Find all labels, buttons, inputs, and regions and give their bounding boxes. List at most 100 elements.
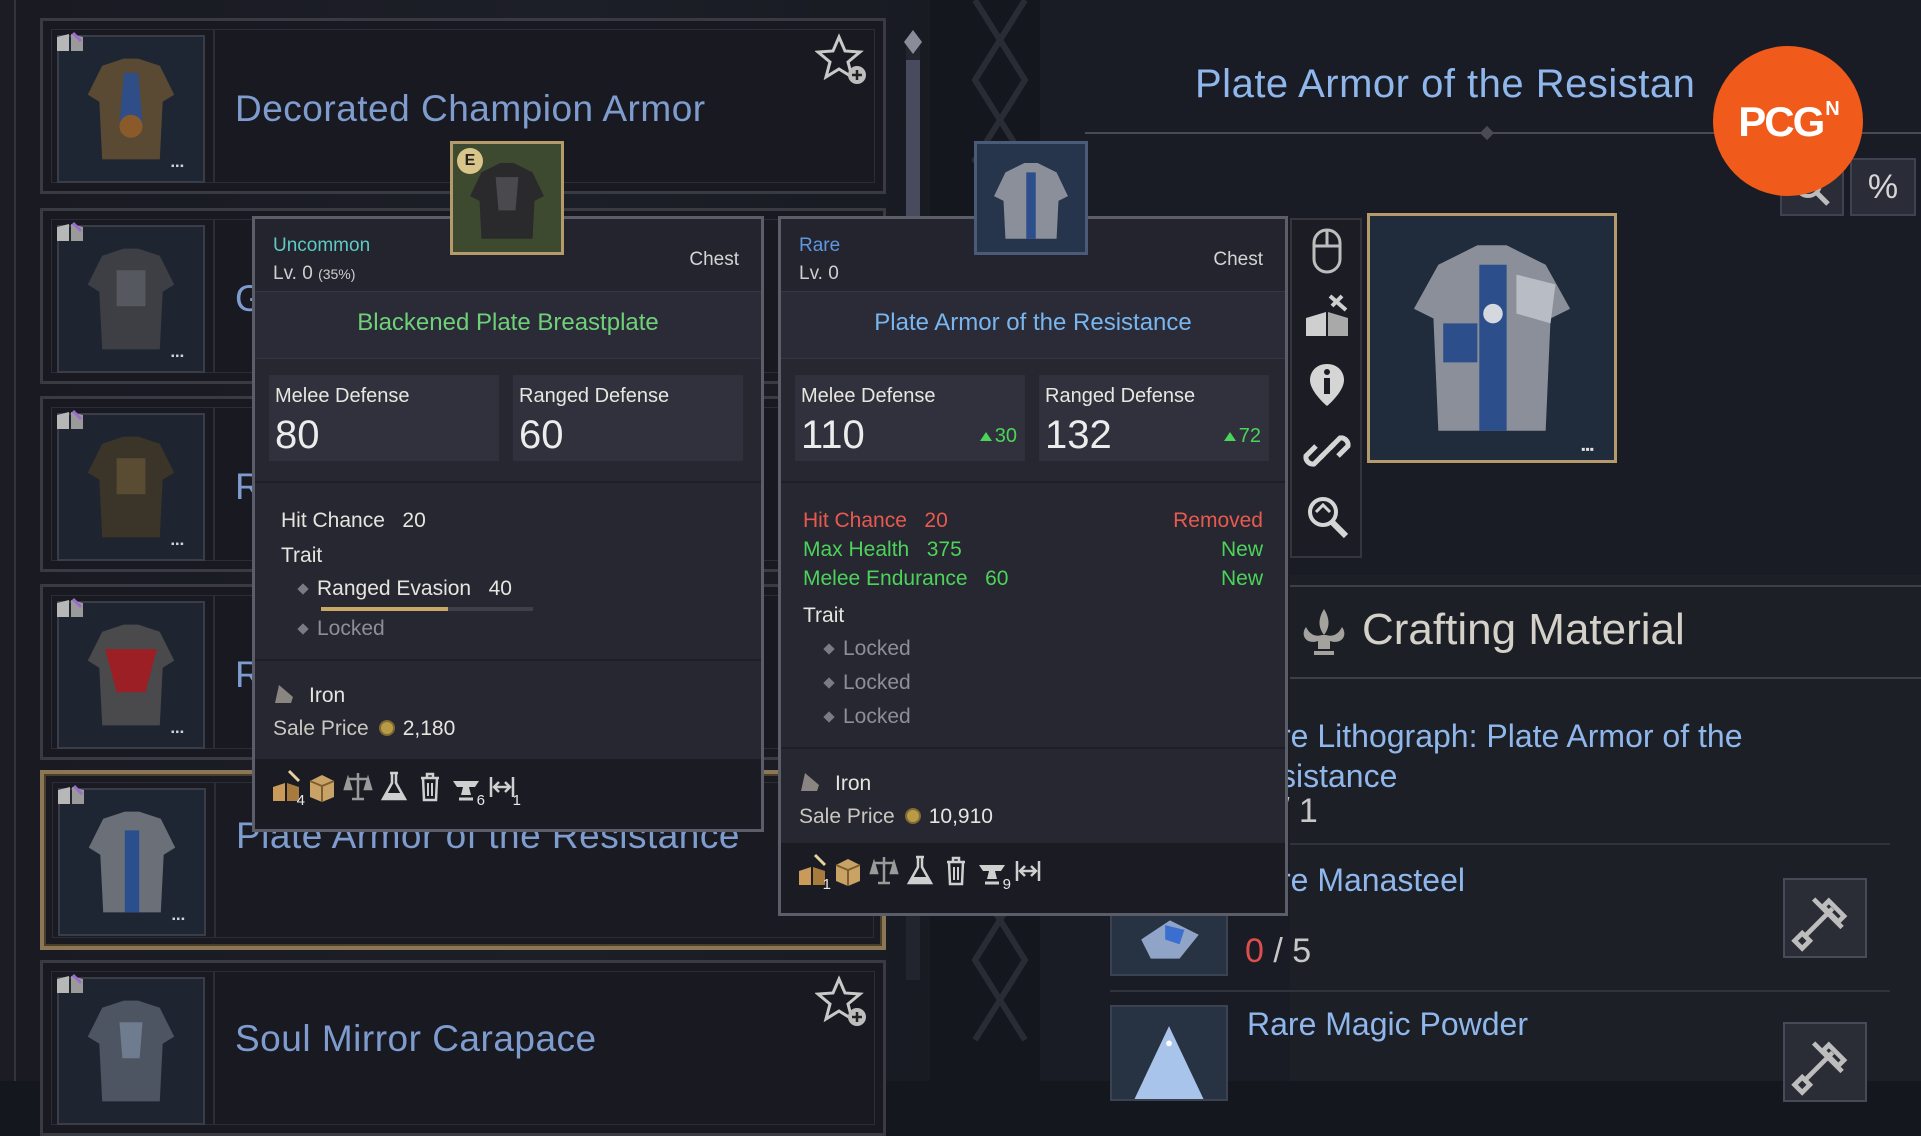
list-item-soul-mirror-carapace[interactable]: Soul Mirror Carapace: [40, 960, 886, 1136]
magic-powder-icon: [1110, 1005, 1228, 1101]
craft-item-name-line2: sistance: [1280, 758, 1398, 794]
trash-icon[interactable]: [941, 853, 971, 887]
grade-dots: ▪▪▪: [171, 161, 185, 172]
book-icon: [58, 784, 84, 804]
divider: [781, 481, 1285, 483]
divider: [255, 659, 761, 661]
change-melee-endurance: Melee Endurance 60: [803, 567, 1009, 590]
list-scrollbar-thumb[interactable]: [906, 60, 920, 220]
compare-item-thumbnail: [974, 141, 1088, 255]
preview-grade-dots: ▪▪▪: [1581, 442, 1594, 456]
link-icon[interactable]: [1302, 426, 1352, 476]
melee-defense-stat: Melee Defense 110 30: [795, 375, 1025, 461]
footer-icons: 4 6 1: [271, 769, 523, 809]
trait-ranged-evasion: Ranged Evasion 40: [297, 577, 512, 601]
trash-icon[interactable]: [415, 769, 445, 803]
footer-icons: 19: [797, 853, 1049, 893]
ranged-defense-stat: Ranged Defense 60: [513, 375, 743, 461]
trait-locked: Locked: [823, 637, 911, 661]
item-preview-image: ▪▪▪: [1367, 213, 1617, 463]
equipped-item-tooltip: Uncommon Lv. 0 (35%) Chest Blackened Pla…: [252, 216, 764, 832]
stat-value: 80: [275, 413, 320, 457]
rarity-label: Uncommon: [273, 235, 371, 256]
flask-icon[interactable]: [379, 769, 409, 803]
stat-label: Ranged Defense: [1045, 385, 1196, 407]
storage-box-icon[interactable]: [833, 853, 863, 887]
slot-label: Chest: [689, 249, 739, 270]
trait-locked: Locked: [297, 617, 385, 641]
fleur-de-lis-icon: [1303, 609, 1345, 655]
tooltip-footer: 19: [781, 843, 1285, 913]
change-hit-chance: Hit Chance 20: [803, 509, 948, 532]
grade-dots: ▪▪▪: [172, 914, 186, 925]
divider: [255, 481, 761, 483]
favorite-star-icon[interactable]: [815, 975, 869, 1029]
craft-item-quantity: 0 / 5: [1245, 932, 1312, 970]
dismantle-book-icon[interactable]: 1: [797, 853, 831, 893]
stat-label: Melee Defense: [801, 385, 936, 407]
info-icon[interactable]: [1302, 360, 1352, 410]
book-icon: [57, 221, 83, 241]
transfer-icon[interactable]: 1: [487, 769, 521, 809]
ranged-defense-stat: Ranged Defense 132 72: [1039, 375, 1269, 461]
craft-item-name: re Manasteel: [1280, 862, 1465, 898]
iron-icon: [275, 685, 293, 703]
material-line: Iron: [799, 771, 871, 796]
craft-hammer-button[interactable]: [1783, 1022, 1867, 1102]
action-icon-bar: [1290, 218, 1362, 558]
scroll-cap-icon: [904, 30, 922, 54]
hammer-icon: [1791, 897, 1848, 952]
item-name: Plate Armor of the Resistance: [874, 309, 1192, 336]
mouse-icon[interactable]: [1302, 226, 1352, 276]
compare-item-tooltip: Rare Lv. 0 Chest Plate Armor of the Resi…: [778, 216, 1288, 916]
storage-box-icon[interactable]: [307, 769, 337, 803]
stat-delta: 72: [1224, 425, 1261, 448]
sale-price-line: Sale Price 10,910: [799, 805, 993, 828]
craft-divider: [1290, 843, 1890, 845]
level-label: Lv. 0: [799, 263, 839, 284]
item-name: Blackened Plate Breastplate: [357, 309, 659, 336]
pcgn-logo-text: PCG N: [1738, 98, 1840, 145]
craft-book-icon[interactable]: [1302, 292, 1352, 342]
icon-count: 6: [476, 792, 485, 809]
melee-defense-stat: Melee Defense 80: [269, 375, 499, 461]
percent-button[interactable]: %: [1850, 158, 1916, 216]
change-max-health: Max Health 375: [803, 538, 962, 561]
pcgn-logo: PCG N: [1713, 46, 1863, 196]
icon-count: 4: [296, 792, 305, 809]
dismantle-book-icon[interactable]: 4: [271, 769, 305, 809]
anvil-icon[interactable]: 9: [977, 853, 1011, 893]
material-line: Iron: [273, 683, 345, 708]
grade-dots: ▪▪▪: [171, 351, 185, 362]
transfer-icon[interactable]: [1013, 853, 1043, 887]
slot-label: Chest: [1213, 249, 1263, 270]
book-icon: [57, 31, 83, 51]
scale-icon[interactable]: [869, 853, 899, 887]
craft-item-name-line1: re Lithograph: Plate Armor of the: [1280, 718, 1743, 754]
trait-heading: Trait: [281, 544, 323, 567]
inspect-icon[interactable]: [1302, 492, 1352, 542]
flask-icon[interactable]: [905, 853, 935, 887]
anvil-icon[interactable]: 6: [451, 769, 485, 809]
trait-progress-track: [321, 607, 533, 611]
change-status-removed: Removed: [1173, 509, 1263, 532]
panel-edge: [0, 0, 16, 1081]
equipped-item-thumbnail: E: [450, 141, 564, 255]
craft-item-name: Rare Magic Powder: [1247, 1006, 1528, 1042]
divider: [781, 747, 1285, 749]
stat-label: Ranged Defense: [519, 385, 670, 407]
craft-hammer-button[interactable]: [1783, 878, 1867, 958]
scale-icon[interactable]: [343, 769, 373, 803]
grade-dots: ▪▪▪: [171, 539, 185, 550]
hit-chance-line: Hit Chance 20: [281, 509, 426, 532]
change-status-new: New: [1220, 538, 1263, 561]
armor-thumbnail: [57, 977, 205, 1125]
stat-value: 132: [1045, 413, 1112, 457]
stat-label: Melee Defense: [275, 385, 410, 407]
favorite-star-icon[interactable]: [815, 33, 869, 87]
stat-value: 60: [519, 413, 564, 457]
craft-divider: [1110, 990, 1890, 992]
book-icon: [57, 973, 83, 993]
detail-title: Plate Armor of the Resistan: [1195, 62, 1696, 106]
level-label: Lv. 0 (35%): [273, 263, 356, 284]
